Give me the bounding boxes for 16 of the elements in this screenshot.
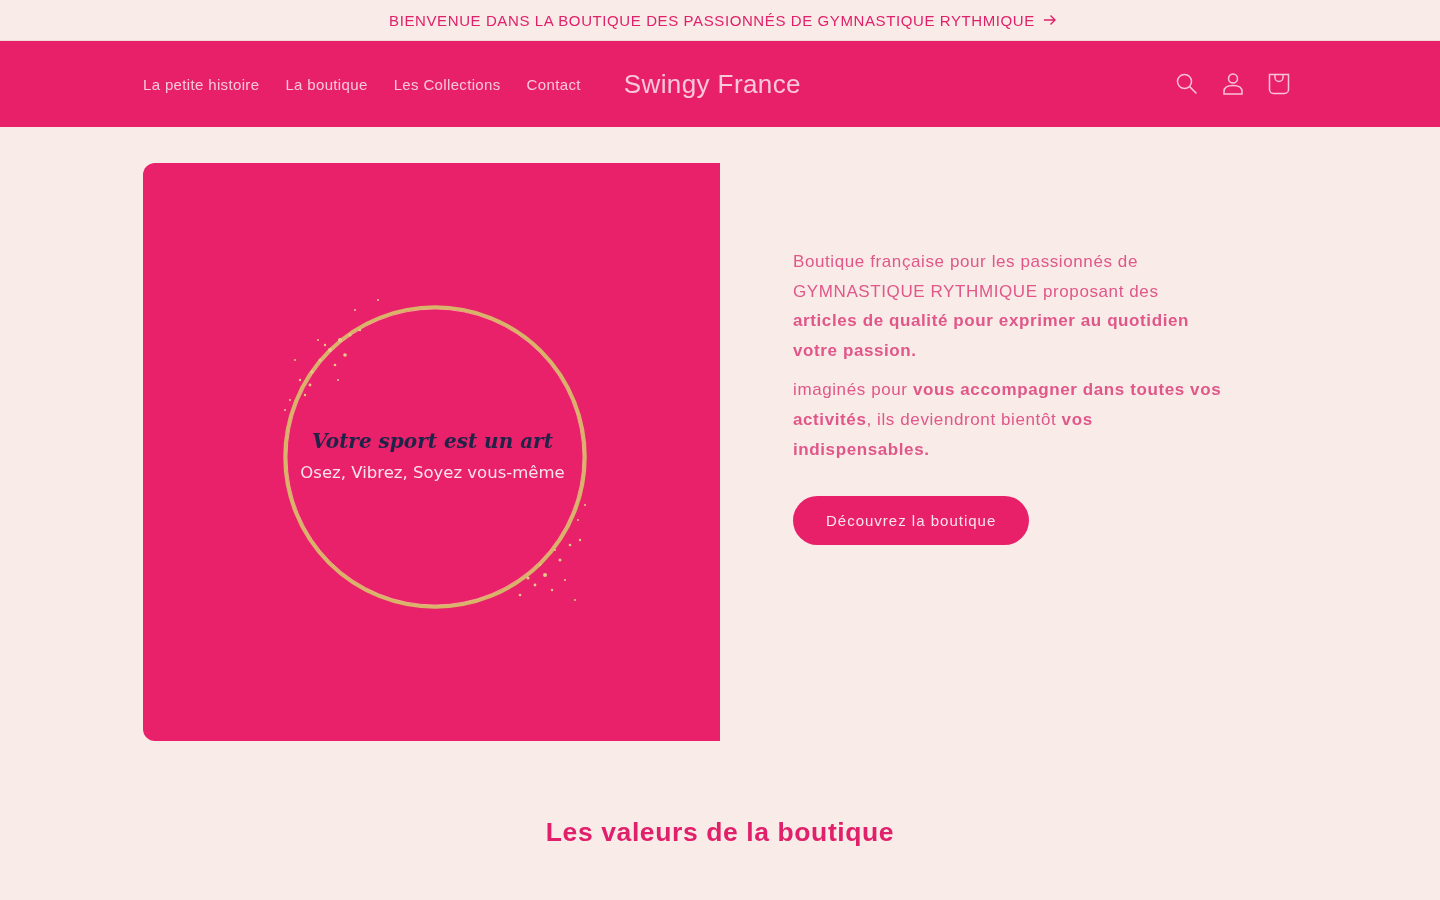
shop-button[interactable]: Découvrez la boutique <box>793 496 1030 546</box>
nav-link[interactable]: La boutique <box>285 75 368 93</box>
nav-link[interactable]: La petite histoire <box>143 75 260 93</box>
shopping-bag-icon[interactable] <box>1268 73 1290 95</box>
intro-paragraph: imaginés pour vous accompagner dans toutes vos activités, ils deviendront bientôt vos indispensables. <box>793 379 1223 461</box>
intro-paragraph: Boutique française pour les passionnés de GYMNASTIQUE RYTHMIQUE proposant des articles de qualité pour exprimer au quotidien votre passion. <box>793 251 1190 362</box>
search-icon[interactable] <box>1176 73 1198 95</box>
arrow-right-icon <box>1042 14 1057 26</box>
section-heading: Les valeurs de la boutique <box>545 817 895 848</box>
announcement-text[interactable]: BIENVENUE DANS LA BOUTIQUE DES PASSIONNÉS DE GYMNASTIQUE RYTHMIQUE <box>389 11 1035 29</box>
store-logo[interactable]: Swingy France <box>623 68 801 100</box>
banner-subtitle: Osez, Vibrez, Soyez vous-même <box>300 463 565 482</box>
nav-link[interactable]: Les Collections <box>393 75 501 93</box>
nav-link[interactable]: Contact <box>526 75 581 93</box>
banner-title: Votre sport est un art <box>312 429 553 453</box>
account-icon[interactable] <box>1222 73 1244 95</box>
